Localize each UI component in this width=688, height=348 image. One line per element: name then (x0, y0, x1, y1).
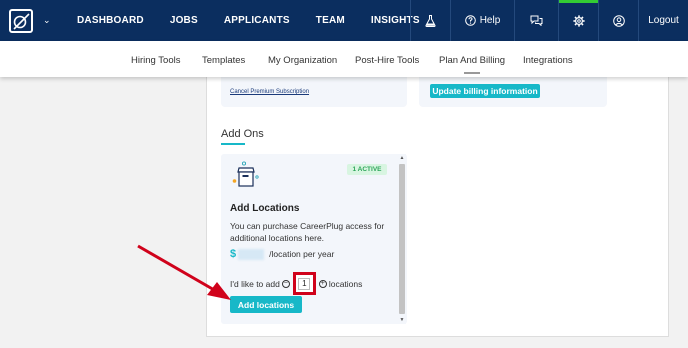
nav-jobs[interactable]: JOBS (170, 15, 198, 26)
quantity-row: I'd like to add − + locations (230, 272, 362, 295)
add-locations-button[interactable]: Add locations (230, 296, 302, 313)
profile-button[interactable] (598, 0, 638, 41)
nav-applicants[interactable]: APPLICANTS (224, 15, 290, 26)
help-button[interactable]: Help (450, 0, 514, 41)
help-label: Help (479, 15, 501, 26)
logo-icon (8, 8, 33, 33)
top-navbar: ⌄ DASHBOARD JOBS APPLICANTS TEAM INSIGHT… (0, 0, 688, 41)
price-currency: $ (230, 248, 237, 260)
addons-heading: Add Ons (221, 128, 264, 140)
active-status-badge: 1 ACTIVE (347, 164, 387, 175)
quantity-highlight-box (292, 272, 316, 295)
chat-icon (530, 15, 543, 26)
settings-button[interactable] (558, 0, 598, 41)
tab-integrations[interactable]: Integrations (523, 55, 573, 66)
scroll-thumb[interactable] (399, 164, 405, 314)
quantity-prefix: I'd like to add (230, 278, 280, 289)
tab-templates[interactable]: Templates (202, 55, 245, 66)
card-title: Add Locations (230, 203, 300, 214)
card-description: You can purchase CareerPlug access for a… (230, 221, 385, 243)
tab-my-organization[interactable]: My Organization (268, 55, 337, 66)
tab-plan-and-billing[interactable]: Plan And Billing (439, 55, 505, 66)
update-billing-button[interactable]: Update billing information (430, 84, 540, 98)
nav-dashboard[interactable]: DASHBOARD (77, 15, 144, 26)
labs-button[interactable] (410, 0, 450, 41)
tab-hiring-tools[interactable]: Hiring Tools (131, 55, 180, 66)
price-amount-redacted (238, 248, 265, 260)
subscription-box: Cancel Premium Subscription (221, 77, 407, 107)
scroll-up-icon[interactable]: ▲ (398, 154, 406, 162)
cancel-subscription-link[interactable]: Cancel Premium Subscription (230, 89, 309, 95)
help-circle-icon (464, 15, 476, 26)
plan-billing-panel: Cancel Premium Subscription Update billi… (206, 77, 669, 337)
price-row: $ /location per year (230, 248, 334, 260)
plus-icon[interactable]: + (318, 279, 327, 288)
scroll-down-icon[interactable]: ▼ (398, 316, 406, 324)
billing-info-box: Update billing information (419, 77, 607, 107)
card-scrollbar[interactable]: ▲ ▼ (398, 154, 406, 324)
user-icon (612, 14, 625, 27)
tab-post-hire-tools[interactable]: Post-Hire Tools (355, 55, 419, 66)
add-locations-card: 1 ACTIVE Add Locations You can purchase … (221, 154, 407, 324)
quantity-input[interactable] (298, 277, 311, 290)
careerplug-logo[interactable] (0, 0, 41, 41)
price-suffix: /location per year (269, 249, 335, 259)
chevron-down-icon[interactable]: ⌄ (43, 0, 55, 41)
settings-subnav: Hiring Tools Templates My Organization P… (0, 41, 688, 77)
nav-team[interactable]: TEAM (316, 15, 345, 26)
gear-icon (572, 14, 585, 27)
messages-button[interactable] (514, 0, 558, 41)
quantity-suffix: locations (328, 278, 363, 289)
location-store-icon (230, 161, 264, 193)
minus-icon[interactable]: − (281, 279, 290, 288)
logout-button[interactable]: Logout (638, 0, 688, 41)
flask-icon (425, 14, 436, 27)
heading-underline (221, 143, 245, 145)
